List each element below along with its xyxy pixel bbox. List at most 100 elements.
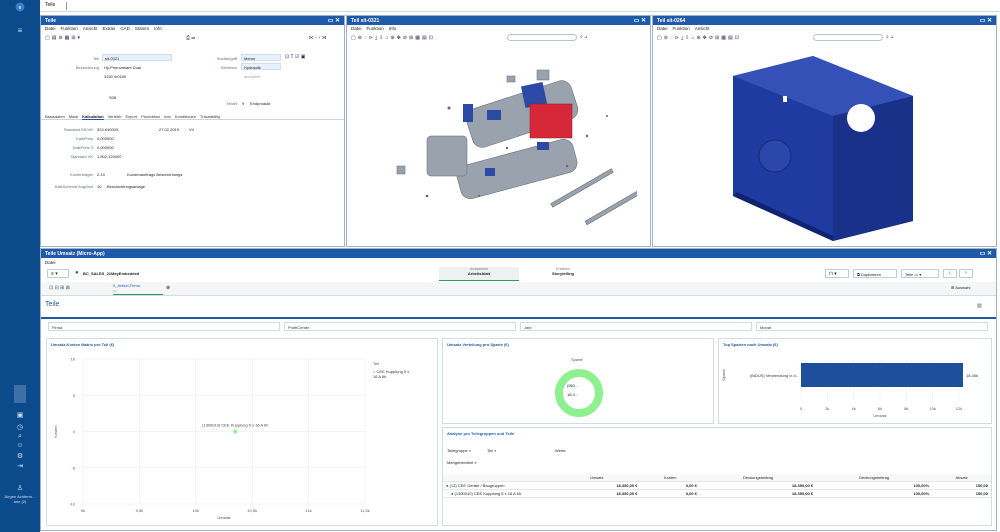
menu-datei[interactable]: Datei — [45, 260, 56, 265]
dataset-name[interactable]: BC_SALES_21MayEmbedded — [83, 271, 139, 276]
clear-selection-icon[interactable]: ⊗ — [166, 285, 170, 291]
tab-konditionen[interactable]: Konditionen — [175, 112, 196, 119]
filter-firma[interactable]: Firma — [48, 322, 280, 331]
cad-model-view[interactable] — [367, 46, 637, 241]
row-field-teil[interactable]: Teil ⌕ — [487, 448, 496, 453]
user-label[interactable]: Jürgen Achterm… ann (2) — [2, 494, 38, 504]
calc-date[interactable]: 27.02.2019 — [159, 127, 179, 132]
mode-storytelling-button[interactable]: Erzählen Storytelling — [533, 267, 593, 281]
hamburger-menu-button[interactable]: ≡ ▾ — [47, 269, 69, 278]
selektion-field[interactable]: Hydraulik — [241, 63, 281, 70]
calc-value[interactable]: 324,640000 — [97, 127, 118, 132]
image-icon[interactable]: ▨ — [977, 303, 982, 309]
menu-extras[interactable]: Extras — [103, 26, 116, 31]
bezeichnung-line2[interactable]: 3150 /h0160 — [104, 74, 126, 79]
logo-icon[interactable]: e — [0, 2, 40, 14]
clock-icon[interactable]: ◷ — [0, 423, 40, 431]
header-umsatz[interactable]: Umsatz — [553, 474, 641, 482]
close-icon[interactable]: ▭ ✕ — [634, 17, 646, 24]
next-sheet-button[interactable]: › — [959, 269, 973, 278]
field-action-icons[interactable]: ⊡ T ☑ ▣ — [285, 54, 305, 60]
header-kosten[interactable]: Kosten — [640, 474, 700, 482]
menu-ansicht[interactable]: Ansicht — [695, 26, 710, 31]
user-avatar-icon[interactable]: ♙ — [0, 484, 40, 492]
tab-produktion[interactable]: Produktion — [141, 112, 160, 119]
mode-analyze-button[interactable]: Analysieren Arbeitsblatt — [439, 267, 519, 281]
header-absatz[interactable]: Absatz — [932, 474, 991, 482]
menu-datei[interactable]: Datei — [45, 26, 56, 31]
kalkschema-value[interactable]: 10 — [97, 184, 101, 189]
sheet-tab[interactable]: 5_Artikel,Firma (1) — [113, 283, 163, 295]
screen-icon[interactable]: ▣ — [0, 411, 40, 419]
search-input[interactable] — [507, 34, 577, 41]
prev-sheet-button[interactable]: ‹ — [943, 269, 957, 278]
legend-item[interactable]: ● CEE Kupplung 5 x 16 A 6h — [373, 369, 413, 379]
menu-funktion[interactable]: Funktion — [673, 26, 690, 31]
header-deckungsbeitrag-pct[interactable]: Deckungsbeitrag — [816, 474, 933, 482]
print-icon[interactable]: ⎙ ▭ — [186, 35, 195, 41]
user-icon[interactable]: ☺ — [0, 442, 40, 449]
bookmark-button[interactable]: ⊓ ▾ — [825, 269, 849, 278]
close-icon[interactable]: ▭ ✕ — [980, 250, 992, 257]
cad-toolbar-icons[interactable]: ▢⊚◌⊳⤓⇩⌂⊕✥⊘⊞▦▤⊡ — [351, 35, 435, 41]
menu-stamm[interactable]: Stamm — [135, 26, 149, 31]
highlighted-part[interactable] — [529, 103, 573, 139]
gear-icon[interactable]: ⚙ — [0, 452, 40, 460]
menu-ansicht[interactable]: Ansicht — [83, 26, 98, 31]
teilart-value[interactable]: 9 — [242, 101, 244, 106]
header-deckungsbeitrag[interactable]: Deckungsbeitrag — [699, 474, 817, 482]
menu-datei[interactable]: Datei — [351, 26, 362, 31]
menu-cad[interactable]: CAD — [120, 26, 130, 31]
search-icon[interactable]: ⌕ ⊿ — [580, 34, 587, 40]
cad-model-view[interactable] — [713, 56, 933, 241]
table-row[interactable]: ● (13) CEE Geräte / Baugruppen 18.350,00… — [443, 481, 991, 490]
calc-value[interactable]: 1.802,120000 — [97, 154, 121, 159]
scatter-point[interactable] — [233, 429, 238, 434]
filter-jahr[interactable]: Jahr — [520, 322, 752, 331]
tab-vertrieb[interactable]: Vertrieb — [108, 112, 122, 119]
archiviert-checkbox[interactable]: archiviert — [244, 74, 260, 79]
tab-basisdaten[interactable]: Basisdaten — [45, 112, 65, 119]
calc-value[interactable]: 0,000000 — [97, 136, 114, 141]
menu-funktion[interactable]: Funktion — [61, 26, 78, 31]
search-icon[interactable]: ⌕ — [0, 433, 40, 441]
menu-datei[interactable]: Datei — [657, 26, 668, 31]
filter-profitcenter[interactable]: ProfitCenter — [284, 322, 516, 331]
tab-mawi[interactable]: Mawi — [69, 112, 78, 119]
row-field-mengeneinheit[interactable]: Mengeneinheit ⌕ — [447, 460, 477, 465]
table-row[interactable]: ● (1300010) CEE Kupplung 5 x 16 A 6h 18.… — [443, 489, 991, 498]
tab-info[interactable]: Info — [164, 112, 171, 119]
bar[interactable] — [801, 363, 963, 387]
bar-chart[interactable]: 0 2k 4k 6k 8k 10k 12k (INDUS) Verwendung in d..… — [719, 349, 991, 424]
search-icon[interactable]: ⌕ ⊿ — [886, 34, 893, 40]
menu-info[interactable]: Info — [389, 26, 397, 31]
favorites-icon[interactable] — [14, 385, 26, 403]
toolbar-icons[interactable]: ▢▤⊚▦⊞▾ — [45, 35, 82, 41]
duplicate-button[interactable]: ⧉ Duplizieren — [853, 269, 897, 278]
cad-toolbar-icons[interactable]: ▢⊚◌⊳⤓⇩⌂⊕✥⊘⊞▦▤⊡ — [657, 35, 741, 41]
sheet-select[interactable]: Teile ▭ ▾ — [901, 269, 939, 278]
teil-field[interactable]: sit-0321 — [102, 54, 172, 61]
selection-tools-icons[interactable]: ⊡ ⊟ ⊞ ⊠ — [49, 285, 70, 291]
bezeichnung-value[interactable]: Hy-Pneuvariant Dual — [104, 65, 141, 70]
donut-chart[interactable] — [553, 367, 605, 419]
tab-kalkulation[interactable]: Kalkulation — [82, 112, 104, 120]
suchbegriff-field[interactable]: Merne — [241, 54, 281, 61]
close-icon[interactable]: ▭ ✕ — [980, 17, 992, 24]
nav-arrows-icon[interactable]: ⋉ ‹ › ⋊ — [309, 35, 327, 41]
filter-monat[interactable]: Monat — [756, 322, 988, 331]
tab-teile[interactable]: Teile — [45, 2, 55, 8]
tab-traceability[interactable]: Traceability — [200, 112, 220, 119]
logout-icon[interactable]: ⇥ — [0, 462, 40, 470]
column-field-werte[interactable]: Werte — [555, 448, 566, 453]
tab-export[interactable]: Export — [126, 112, 138, 119]
kostentraeger-value[interactable]: 2-10 — [97, 172, 105, 177]
calc-value[interactable]: 0,000000 — [97, 145, 114, 150]
code-value[interactable]: S08 — [109, 95, 116, 100]
close-icon[interactable]: ▭ ✕ — [328, 17, 340, 24]
search-input[interactable] — [813, 34, 883, 41]
menu-funktion[interactable]: Funktion — [367, 26, 384, 31]
menu-icon[interactable]: ≡ — [0, 26, 40, 35]
menu-info[interactable]: Info — [154, 26, 162, 31]
row-field-teilegruppe[interactable]: Teilegruppe ⌕ — [447, 448, 471, 453]
